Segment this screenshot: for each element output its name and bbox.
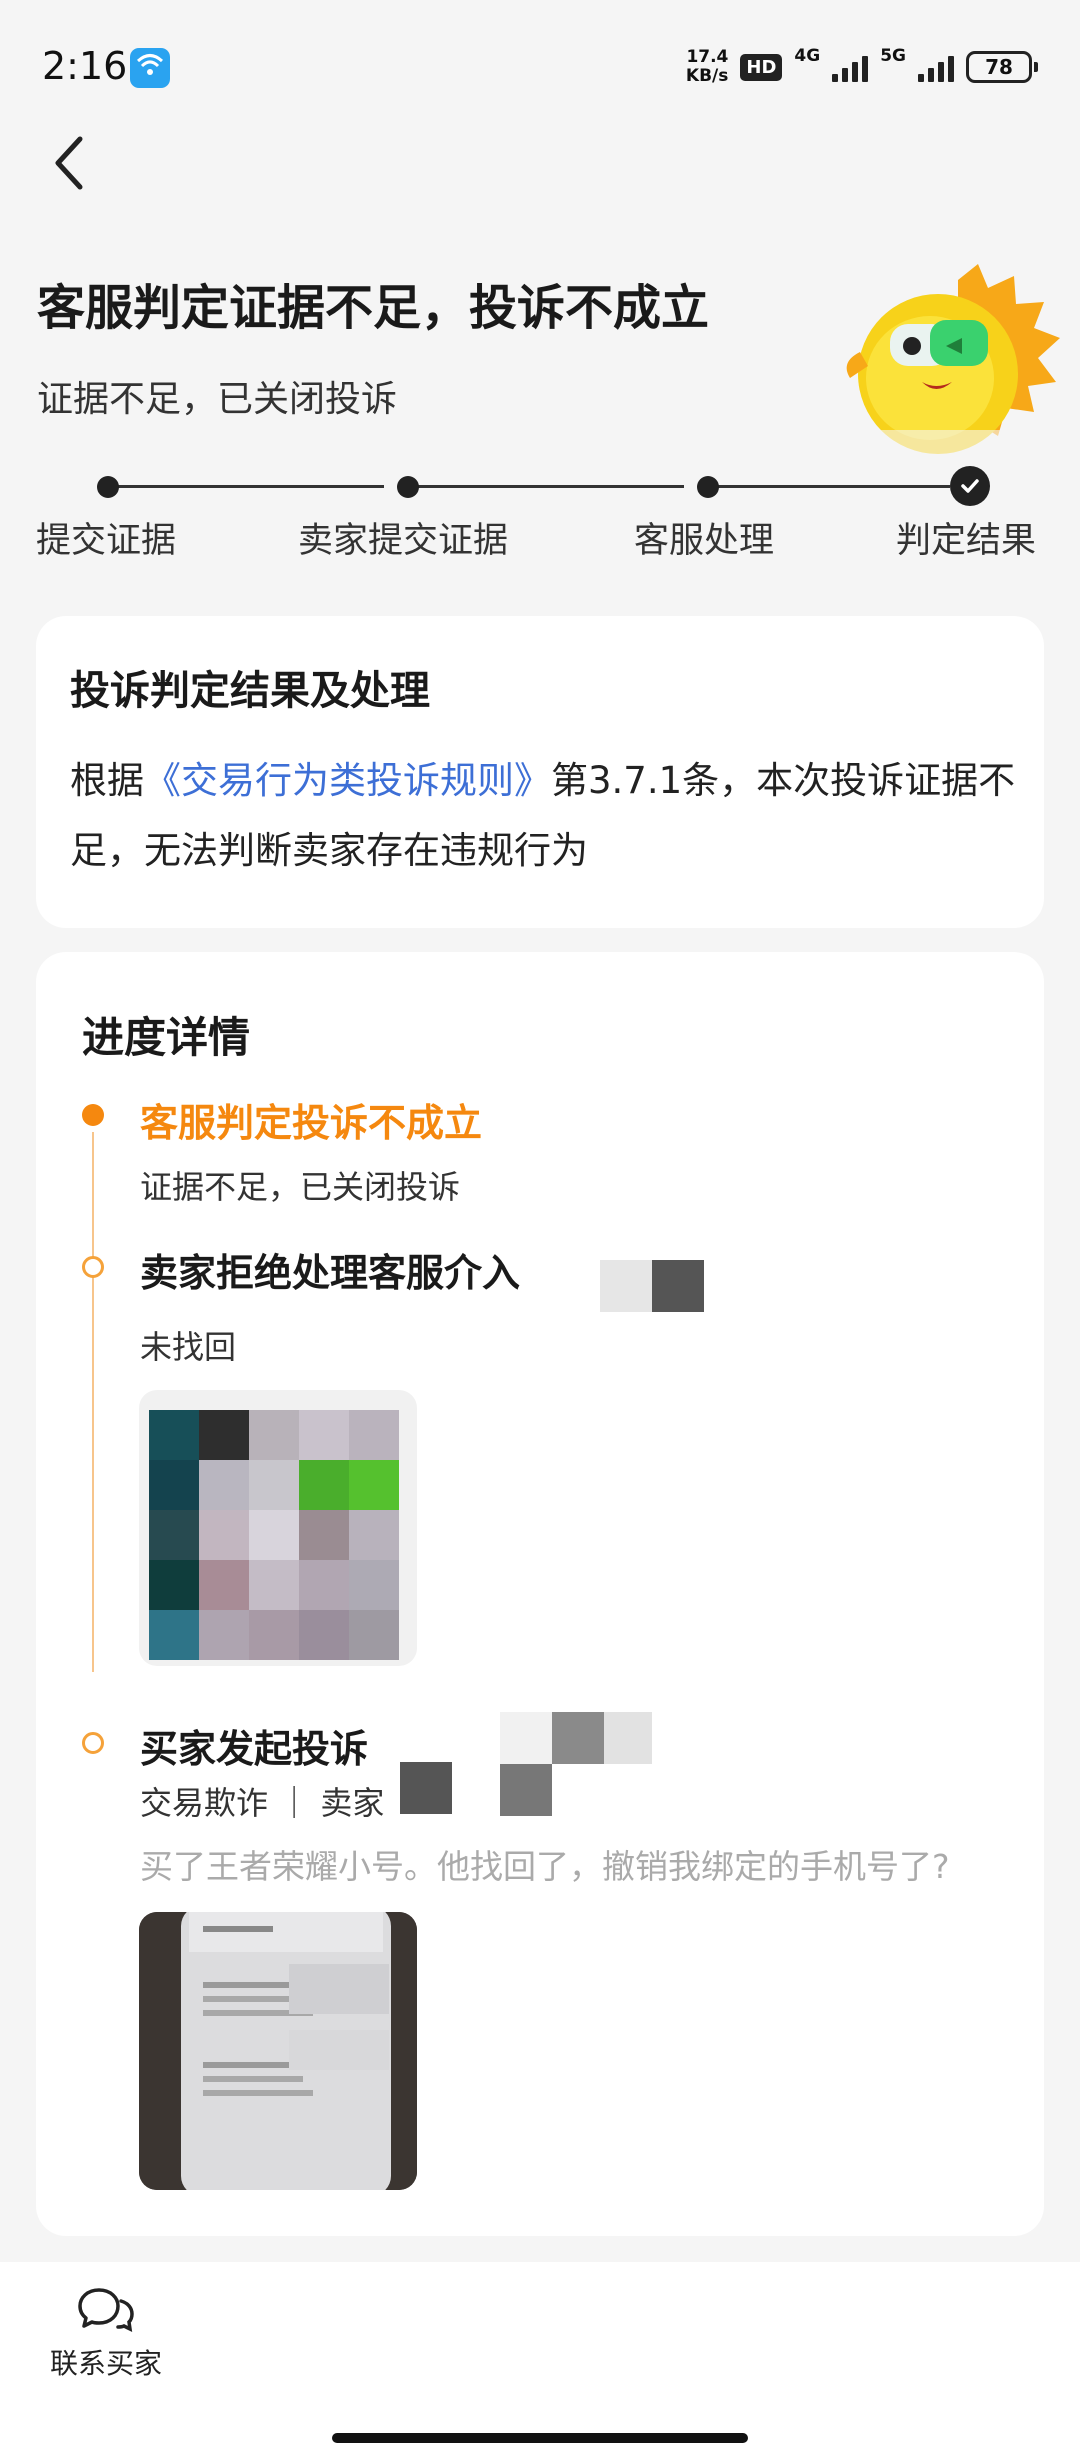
home-indicator[interactable] <box>332 2433 748 2443</box>
signal-4g-label: 4G <box>794 46 821 66</box>
step-label-seller-evidence: 卖家提交证据 <box>298 521 509 561</box>
result-text: 根据《交易行为类投诉规则》第3.7.1条，本次投诉证据不足，无法判断卖家存在违规… <box>70 746 1020 886</box>
wifi-app-icon <box>130 48 170 88</box>
redacted-block <box>600 1260 704 1312</box>
progress-stepper: 提交证据 卖家提交证据 客服处理 判定结果 <box>0 460 1080 580</box>
step-label-service-handling: 客服处理 <box>634 521 775 561</box>
timeline-item-sub: 交易欺诈 ｜ 卖家 <box>140 1784 385 1822</box>
timeline-item-title: 客服判定投诉不成立 <box>140 1101 483 1145</box>
network-speed-value: 17.4 <box>686 47 729 67</box>
redacted-block <box>500 1712 652 1816</box>
bottom-bar: 联系买家 <box>0 2262 1080 2460</box>
step-connector <box>416 485 684 488</box>
check-icon <box>950 466 990 506</box>
page-subtitle: 证据不足，已关闭投诉 <box>37 379 398 420</box>
step-dot <box>397 476 419 498</box>
timeline-item-title: 买家发起投诉 <box>140 1727 369 1771</box>
page-title: 客服判定证据不足，投诉不成立 <box>37 280 710 336</box>
timeline-dot <box>82 1732 104 1754</box>
result-card-title: 投诉判定结果及处理 <box>70 668 430 714</box>
progress-card: 进度详情 客服判定投诉不成立 证据不足，已关闭投诉 卖家拒绝处理客服介入 未找回 <box>36 952 1044 2236</box>
network-speed: 17.4 KB/s <box>686 48 728 86</box>
hd-badge: HD <box>740 53 783 81</box>
mascot-illustration <box>838 262 1078 458</box>
back-button[interactable] <box>40 128 100 198</box>
network-speed-unit: KB/s <box>685 66 729 86</box>
signal-icon <box>832 52 869 82</box>
status-indicators: 17.4 KB/s HD 4G 5G 78 <box>686 44 1038 90</box>
evidence-image[interactable] <box>139 1390 417 1666</box>
timeline-dot <box>82 1256 104 1278</box>
timeline-dot-active <box>82 1104 104 1126</box>
step-dot <box>697 476 719 498</box>
battery-icon: 78 <box>966 51 1038 83</box>
complaint-description: 买了王者荣耀小号。他找回了，撤销我绑定的手机号了? <box>140 1847 950 1886</box>
timeline-line <box>92 1132 94 1672</box>
contact-buyer-button[interactable]: 联系买家 <box>36 2286 176 2396</box>
timeline-item-title: 卖家拒绝处理客服介入 <box>140 1251 521 1295</box>
contact-buyer-label: 联系买家 <box>49 2347 162 2380</box>
rule-link[interactable]: 《交易行为类投诉规则》 <box>144 759 551 802</box>
result-card: 投诉判定结果及处理 根据《交易行为类投诉规则》第3.7.1条，本次投诉证据不足，… <box>36 616 1044 928</box>
step-connector <box>716 485 950 488</box>
step-connector <box>116 485 384 488</box>
signal-icon <box>918 52 954 82</box>
redacted-block <box>400 1762 452 1814</box>
timeline-item-sub: 证据不足，已关闭投诉 <box>140 1168 461 1206</box>
progress-title: 进度详情 <box>82 1013 251 1062</box>
evidence-image[interactable] <box>139 1912 417 2190</box>
chat-bubble-icon <box>78 2288 134 2333</box>
step-label-submit-evidence: 提交证据 <box>36 521 177 561</box>
step-label-result: 判定结果 <box>896 521 1037 561</box>
result-text-prefix: 根据 <box>70 759 144 802</box>
chevron-left-icon <box>55 136 83 190</box>
step-dot <box>97 476 119 498</box>
timeline-item-sub: 未找回 <box>140 1328 237 1366</box>
signal-5g-label: 5G <box>880 46 906 66</box>
status-time: 2:16 <box>42 44 128 88</box>
status-bar: 2:16 17.4 KB/s HD 4G 5G 78 <box>0 0 1080 130</box>
